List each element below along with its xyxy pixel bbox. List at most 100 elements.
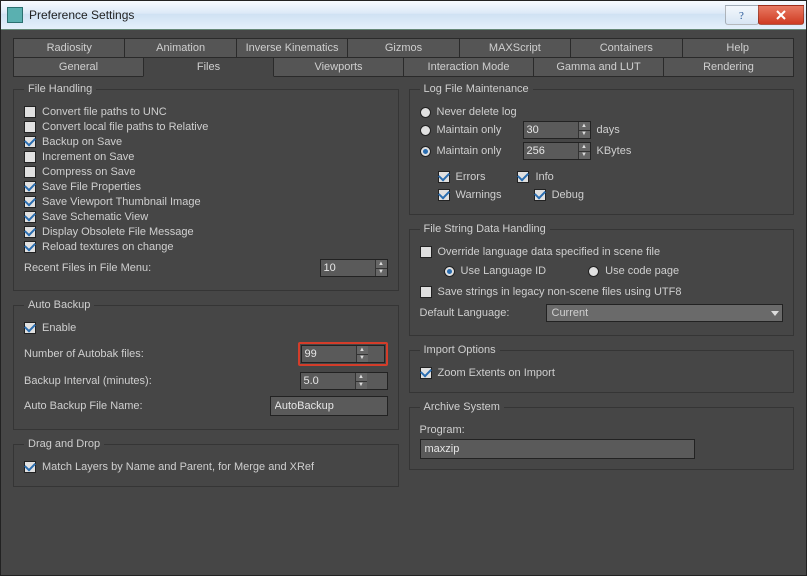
debug-label: Debug [552,189,584,201]
use-lang-id-radio[interactable] [444,266,455,277]
import-options-legend: Import Options [420,344,500,356]
backup-name-input[interactable] [270,396,388,416]
debug-checkbox[interactable] [534,189,546,201]
file-handling-legend: File Handling [24,83,96,95]
archive-program-label: Program: [420,424,465,436]
file-handling-label-7: Save Schematic View [42,211,148,223]
maintain-kb-radio[interactable] [420,146,431,157]
tab-inverse-kinematics[interactable]: Inverse Kinematics [236,38,348,58]
tab-gamma-and-lut[interactable]: Gamma and LUT [533,57,664,77]
days-unit: days [597,124,620,136]
spin-up-icon[interactable]: ▲ [579,143,590,152]
warnings-checkbox[interactable] [438,189,450,201]
log-maintenance-group: Log File Maintenance Never delete log Ma… [409,83,795,215]
use-codepage-label: Use code page [605,265,679,277]
tab-rendering[interactable]: Rendering [663,57,794,77]
zoom-extents-label: Zoom Extents on Import [438,367,555,379]
never-delete-label: Never delete log [437,106,517,118]
spin-down-icon[interactable]: ▼ [376,269,387,277]
auto-backup-group: Auto Backup Enable Number of Autobak fil… [13,299,399,430]
zoom-extents-checkbox[interactable] [420,367,432,379]
file-handling-label-4: Compress on Save [42,166,136,178]
tab-files[interactable]: Files [143,57,274,77]
spin-down-icon[interactable]: ▼ [356,382,367,390]
tab-containers[interactable]: Containers [570,38,682,58]
spin-down-icon[interactable]: ▼ [357,355,368,363]
backup-interval-input[interactable] [301,373,355,389]
match-layers-checkbox[interactable] [24,461,36,473]
string-handling-group: File String Data Handling Override langu… [409,223,795,336]
file-handling-group: File Handling Convert file paths to UNC C… [13,83,399,291]
file-handling-checkbox-5[interactable] [24,181,36,193]
spin-up-icon[interactable]: ▲ [357,346,368,355]
file-handling-label-9: Reload textures on change [42,241,173,253]
archive-program-input[interactable] [420,439,695,459]
maintain-kb-label: Maintain only [437,145,517,157]
file-handling-checkbox-4[interactable] [24,166,36,178]
override-lang-checkbox[interactable] [420,246,432,258]
backup-interval-spinner[interactable]: ▲▼ [300,372,388,390]
file-handling-checkbox-2[interactable] [24,136,36,148]
spin-up-icon[interactable]: ▲ [356,373,367,382]
spin-up-icon[interactable]: ▲ [376,260,387,269]
file-handling-checkbox-8[interactable] [24,226,36,238]
chevron-down-icon [771,311,779,316]
info-label: Info [535,171,553,183]
drag-drop-group: Drag and Drop Match Layers by Name and P… [13,438,399,487]
file-handling-checkbox-1[interactable] [24,121,36,133]
maintain-days-radio[interactable] [420,125,431,136]
tab-gizmos[interactable]: Gizmos [347,38,459,58]
enable-autobackup-label: Enable [42,322,76,334]
archive-system-legend: Archive System [420,401,504,413]
file-handling-label-0: Convert file paths to UNC [42,106,167,118]
default-lang-combo[interactable]: Current [546,304,784,322]
spin-up-icon[interactable]: ▲ [579,122,590,131]
spin-down-icon[interactable]: ▼ [579,131,590,139]
utf8-label: Save strings in legacy non-scene files u… [438,286,682,298]
override-lang-label: Override language data specified in scen… [438,246,661,258]
file-handling-checkbox-7[interactable] [24,211,36,223]
use-codepage-radio[interactable] [588,266,599,277]
tab-maxscript[interactable]: MAXScript [459,38,571,58]
default-lang-value: Current [552,307,589,319]
days-spinner[interactable]: ▲▼ [523,121,591,139]
info-checkbox[interactable] [517,171,529,183]
file-handling-label-6: Save Viewport Thumbnail Image [42,196,201,208]
file-handling-checkbox-0[interactable] [24,106,36,118]
kb-unit: KBytes [597,145,632,157]
tab-viewports[interactable]: Viewports [273,57,404,77]
tab-interaction-mode[interactable]: Interaction Mode [403,57,534,77]
autobak-count-input[interactable] [302,346,356,362]
string-handling-legend: File String Data Handling [420,223,550,235]
days-input[interactable] [524,122,578,138]
kb-input[interactable] [524,143,578,159]
tab-radiosity[interactable]: Radiosity [13,38,125,58]
file-handling-checkbox-3[interactable] [24,151,36,163]
auto-backup-legend: Auto Backup [24,299,94,311]
file-handling-checkbox-6[interactable] [24,196,36,208]
utf8-checkbox[interactable] [420,286,432,298]
spin-down-icon[interactable]: ▼ [579,152,590,160]
file-handling-label-3: Increment on Save [42,151,134,163]
file-handling-checkbox-9[interactable] [24,241,36,253]
match-layers-label: Match Layers by Name and Parent, for Mer… [42,461,314,473]
errors-checkbox[interactable] [438,171,450,183]
titlebar: Preference Settings ? [1,1,806,30]
help-button[interactable]: ? [725,5,759,25]
never-delete-radio[interactable] [420,107,431,118]
tab-general[interactable]: General [13,57,144,77]
kb-spinner[interactable]: ▲▼ [523,142,591,160]
drag-drop-legend: Drag and Drop [24,438,104,450]
autobak-count-spinner[interactable]: ▲▼ [301,345,385,363]
close-button[interactable] [758,5,804,25]
app-icon [7,7,23,23]
recent-files-input[interactable] [321,260,375,276]
enable-autobackup-checkbox[interactable] [24,322,36,334]
backup-interval-label: Backup Interval (minutes): [24,375,194,387]
file-handling-label-2: Backup on Save [42,136,122,148]
tab-animation[interactable]: Animation [124,38,236,58]
log-maintenance-legend: Log File Maintenance [420,83,533,95]
tab-help[interactable]: Help [682,38,794,58]
backup-name-label: Auto Backup File Name: [24,400,194,412]
recent-files-spinner[interactable]: ▲▼ [320,259,388,277]
